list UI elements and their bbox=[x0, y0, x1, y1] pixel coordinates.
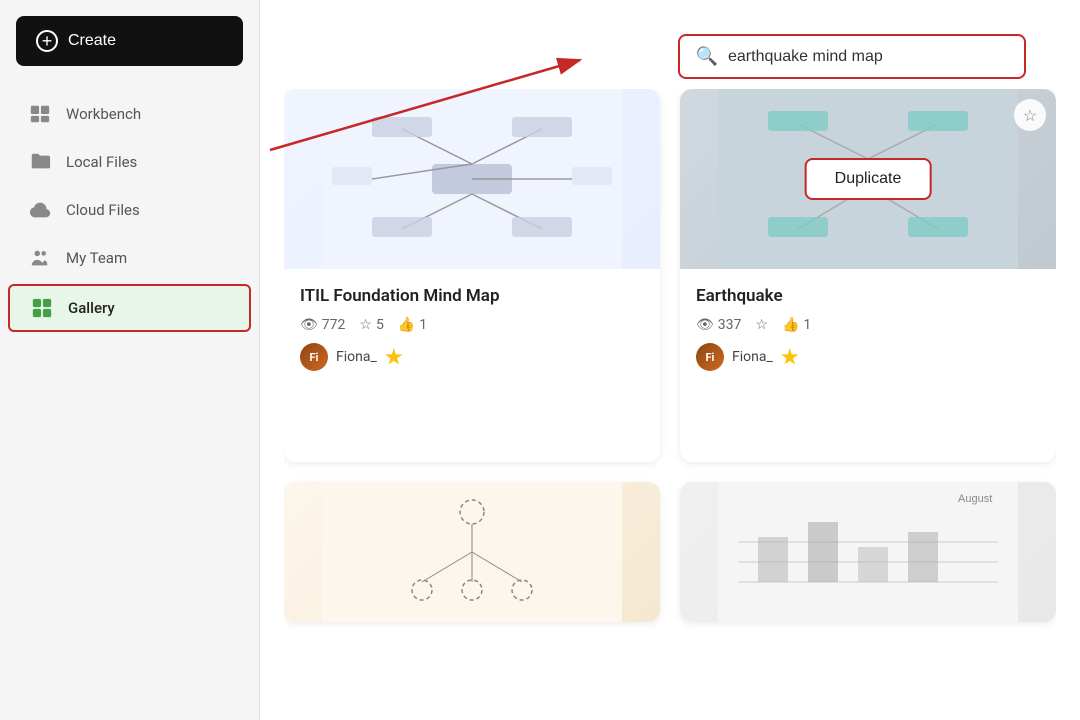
sidebar-item-workbench[interactable]: Workbench bbox=[8, 92, 251, 136]
stars-stat: ☆ 5 bbox=[359, 317, 383, 333]
card-author-itil: Fi Fiona_ bbox=[300, 343, 644, 371]
star-icon: ☆ bbox=[359, 317, 372, 333]
like-icon: 👍 bbox=[782, 317, 799, 333]
card-title-itil: ITIL Foundation Mind Map bbox=[300, 285, 644, 307]
views-stat: 👁 337 bbox=[696, 317, 741, 333]
card-fourth: August bbox=[680, 482, 1056, 622]
star-icon: ☆ bbox=[755, 317, 768, 333]
gallery-icon bbox=[30, 296, 54, 320]
create-button[interactable]: + Create bbox=[16, 16, 243, 66]
likes-stat: 👍 1 bbox=[782, 317, 811, 333]
card-itil: ITIL Foundation Mind Map 👁 772 ☆ 5 👍 1 bbox=[284, 89, 660, 462]
card-author-earthquake: Fi Fiona_ bbox=[696, 343, 1040, 371]
sidebar-item-label: Local Files bbox=[66, 153, 137, 171]
search-container: 🔍 bbox=[678, 34, 1026, 79]
stars-stat: ☆ bbox=[755, 317, 768, 333]
card-thumbnail-itil bbox=[284, 89, 660, 269]
views-stat: 👁 772 bbox=[300, 317, 345, 333]
views-count: 337 bbox=[718, 317, 742, 333]
duplicate-button[interactable]: Duplicate bbox=[805, 158, 932, 200]
svg-text:August: August bbox=[958, 493, 992, 505]
card-body-itil: ITIL Foundation Mind Map 👁 772 ☆ 5 👍 1 bbox=[284, 269, 660, 462]
eye-icon: 👁 bbox=[696, 317, 714, 333]
gold-badge bbox=[385, 348, 403, 366]
create-label: Create bbox=[68, 32, 116, 50]
sidebar-item-label: Workbench bbox=[66, 105, 141, 123]
sidebar-item-gallery[interactable]: Gallery bbox=[8, 284, 251, 332]
sidebar-item-label: My Team bbox=[66, 249, 127, 267]
card-title-earthquake: Earthquake bbox=[696, 285, 1040, 307]
itil-mindmap-preview bbox=[284, 89, 660, 269]
cards-grid: ITIL Foundation Mind Map 👁 772 ☆ 5 👍 1 bbox=[284, 89, 1056, 696]
workbench-icon bbox=[28, 102, 52, 126]
card-third bbox=[284, 482, 660, 622]
sidebar-item-cloud-files[interactable]: Cloud Files bbox=[8, 188, 251, 232]
card-body-earthquake: Earthquake 👁 337 ☆ 👍 1 Fi bbox=[680, 269, 1056, 462]
card-stats-earthquake: 👁 337 ☆ 👍 1 bbox=[696, 317, 1040, 333]
author-name: Fiona_ bbox=[336, 349, 377, 365]
search-row: 🔍 bbox=[284, 24, 1056, 79]
card-thumbnail-earthquake: ☆ Duplicate bbox=[680, 89, 1056, 269]
sidebar-item-label: Cloud Files bbox=[66, 201, 140, 219]
search-input[interactable] bbox=[728, 48, 1008, 66]
views-count: 772 bbox=[322, 317, 346, 333]
sidebar-item-local-files[interactable]: Local Files bbox=[8, 140, 251, 184]
search-icon: 🔍 bbox=[696, 46, 718, 67]
likes-stat: 👍 1 bbox=[398, 317, 427, 333]
fourth-preview: August bbox=[680, 482, 1056, 622]
likes-count: 1 bbox=[419, 317, 427, 333]
third-preview bbox=[284, 482, 660, 622]
plus-icon: + bbox=[36, 30, 58, 52]
likes-count: 1 bbox=[803, 317, 811, 333]
eye-icon: 👁 bbox=[300, 317, 318, 333]
team-icon bbox=[28, 246, 52, 270]
star-button[interactable]: ☆ bbox=[1014, 99, 1046, 131]
gold-badge bbox=[781, 348, 799, 366]
avatar-earthquake: Fi bbox=[696, 343, 724, 371]
like-icon: 👍 bbox=[398, 317, 415, 333]
folder-icon bbox=[28, 150, 52, 174]
card-stats-itil: 👁 772 ☆ 5 👍 1 bbox=[300, 317, 644, 333]
avatar-itil: Fi bbox=[300, 343, 328, 371]
main-content: 🔍 bbox=[260, 0, 1080, 720]
author-name: Fiona_ bbox=[732, 349, 773, 365]
sidebar-item-my-team[interactable]: My Team bbox=[8, 236, 251, 280]
cloud-icon bbox=[28, 198, 52, 222]
card-thumbnail-fourth: August bbox=[680, 482, 1056, 622]
stars-count: 5 bbox=[376, 317, 384, 333]
card-earthquake: ☆ Duplicate Earthquake 👁 337 ☆ 👍 1 bbox=[680, 89, 1056, 462]
sidebar: + Create Workbench Local Files bbox=[0, 0, 260, 720]
sidebar-item-label: Gallery bbox=[68, 299, 115, 317]
card-thumbnail-third bbox=[284, 482, 660, 622]
